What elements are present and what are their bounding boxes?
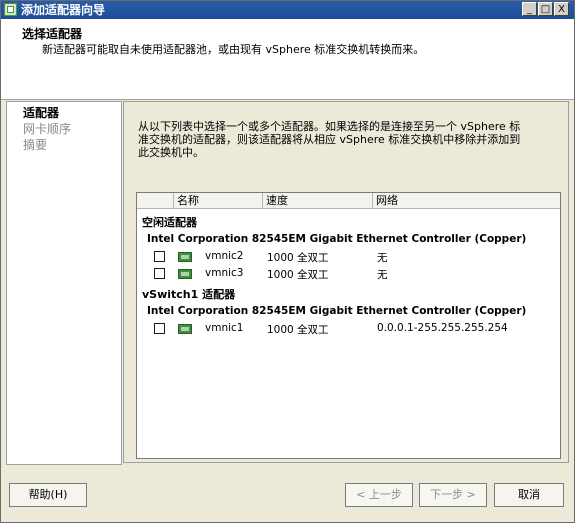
adapter-speed: 1000 全双工 xyxy=(267,269,329,281)
page-description: 新适配器可能取自未使用适配器池，或由现有 vSphere 标准交换机转换而来。 xyxy=(42,43,425,56)
device-label: Intel Corporation 82545EM Gigabit Ethern… xyxy=(147,233,527,245)
column-name[interactable]: 名称 xyxy=(173,193,262,208)
list-header: 名称 速度 网络 xyxy=(137,193,560,209)
instruction-text: 从以下列表中选择一个或多个适配器。如果选择的是连接至另一个 vSphere 标 … xyxy=(138,120,558,159)
page-title: 选择适配器 xyxy=(22,27,83,41)
select-checkbox[interactable] xyxy=(154,251,165,262)
column-speed[interactable]: 速度 xyxy=(262,193,372,208)
list-item[interactable]: vmnic1 1000 全双工 0.0.0.1-255.255.255.254 xyxy=(137,321,560,337)
adapter-name: vmnic3 xyxy=(205,267,244,279)
instruction-line-2: 准交换机的适配器，则该适配器将从相应 vSphere 标准交换机中移除并添加到 xyxy=(138,133,521,146)
next-button[interactable]: 下一步 > xyxy=(419,483,487,507)
wizard-window: 添加适配器向导 _ □ X 选择适配器 新适配器可能取自未使用适配器池，或由现有… xyxy=(0,0,575,523)
instruction-line-3: 此交换机中。 xyxy=(138,146,204,159)
list-item[interactable]: vmnic2 1000 全双工 无 xyxy=(137,249,560,265)
device-label: Intel Corporation 82545EM Gigabit Ethern… xyxy=(147,305,527,317)
adapter-speed: 1000 全双工 xyxy=(267,252,329,264)
step-summary: 摘要 xyxy=(23,138,48,152)
adapter-name: vmnic1 xyxy=(205,322,244,334)
adapter-name: vmnic2 xyxy=(205,250,244,262)
title-bar[interactable]: 添加适配器向导 _ □ X xyxy=(1,1,574,19)
step-adapters[interactable]: 适配器 xyxy=(23,104,59,121)
step-nic-order: 网卡顺序 xyxy=(23,122,72,136)
adapter-network: 无 xyxy=(377,252,388,264)
list-item[interactable]: vmnic3 1000 全双工 无 xyxy=(137,266,560,282)
vsphere-app-icon xyxy=(4,3,17,16)
nic-icon xyxy=(178,269,192,279)
select-checkbox[interactable] xyxy=(154,323,165,334)
close-button[interactable]: X xyxy=(554,2,569,16)
adapter-list[interactable]: 名称 速度 网络 空闲适配器 Intel Corporation 82545EM… xyxy=(136,192,561,459)
nic-icon xyxy=(178,252,192,262)
wizard-header: 选择适配器 新适配器可能取自未使用适配器池，或由现有 vSphere 标准交换机… xyxy=(1,19,574,100)
minimize-button[interactable]: _ xyxy=(522,2,537,16)
back-button[interactable]: < 上一步 xyxy=(345,483,413,507)
adapter-network: 0.0.0.1-255.255.255.254 xyxy=(377,322,508,334)
group-title-vswitch1: vSwitch1 适配器 xyxy=(142,288,236,301)
nic-icon xyxy=(178,324,192,334)
adapter-speed: 1000 全双工 xyxy=(267,324,329,336)
window-title: 添加适配器向导 xyxy=(21,3,106,17)
content-panel: 从以下列表中选择一个或多个适配器。如果选择的是连接至另一个 vSphere 标 … xyxy=(123,101,569,463)
group-title-idle: 空闲适配器 xyxy=(142,216,197,229)
adapter-network: 无 xyxy=(377,269,388,281)
select-checkbox[interactable] xyxy=(154,268,165,279)
column-network[interactable]: 网络 xyxy=(372,193,560,208)
cancel-button[interactable]: 取消 xyxy=(494,483,564,507)
wizard-steps: 适配器 网卡顺序 摘要 xyxy=(6,101,122,465)
instruction-line-1: 从以下列表中选择一个或多个适配器。如果选择的是连接至另一个 vSphere 标 xyxy=(138,120,521,133)
maximize-button[interactable]: □ xyxy=(538,2,553,16)
column-select[interactable] xyxy=(137,193,173,208)
help-button[interactable]: 帮助(H) xyxy=(9,483,87,507)
